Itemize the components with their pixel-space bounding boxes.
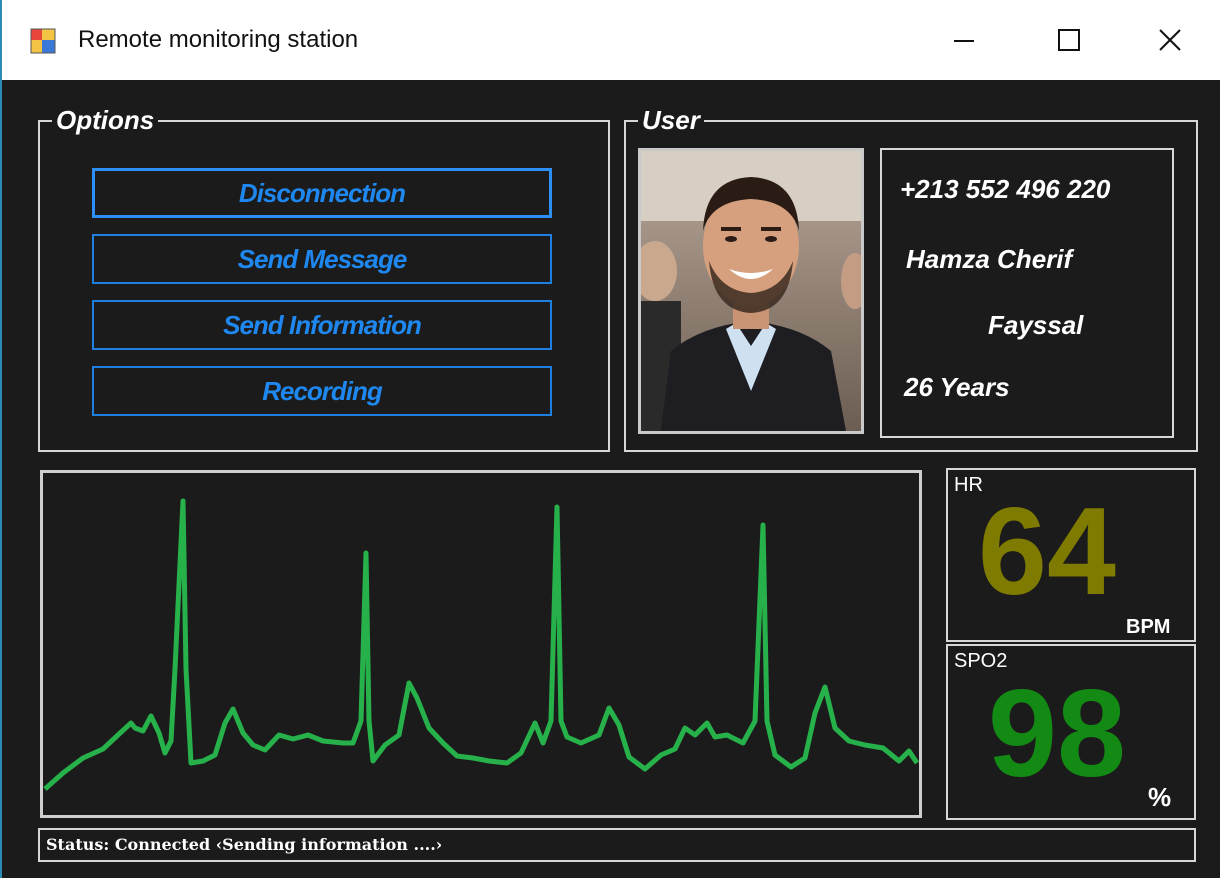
spo2-value: 98 (988, 665, 1126, 803)
status-text: Status: Connected ‹Sending information .… (46, 835, 443, 854)
title-bar[interactable]: Remote monitoring station (2, 0, 1220, 80)
spo2-unit: % (1148, 782, 1172, 812)
window-title: Remote monitoring station (78, 26, 359, 53)
hr-panel: HR 64 BPM (946, 468, 1196, 642)
close-icon[interactable] (1140, 14, 1200, 66)
maximize-icon[interactable] (1040, 14, 1100, 66)
user-phone: +213 552 496 220 (900, 174, 1111, 204)
recording-button[interactable]: Recording (92, 366, 552, 416)
hr-value: 64 (978, 483, 1116, 621)
app-window-icon (30, 28, 56, 54)
options-group: Options Disconnection Send Message Send … (38, 105, 610, 452)
send-message-button[interactable]: Send Message (92, 234, 552, 284)
send-information-button[interactable]: Send Information (92, 300, 552, 350)
ecg-graph (40, 470, 922, 818)
user-name-first: Hamza Cherif (906, 244, 1073, 274)
hr-unit: BPM (1126, 616, 1171, 638)
user-name-last: Fayssal (988, 310, 1084, 340)
user-info-panel: +213 552 496 220 Hamza Cherif Fayssal 26… (880, 148, 1174, 438)
options-group-title: Options (52, 105, 159, 135)
main-window: Remote monitoring station Options Discon… (0, 0, 1220, 878)
disconnection-button[interactable]: Disconnection (92, 168, 552, 218)
minimize-icon[interactable] (934, 14, 994, 66)
user-group-title: User (638, 105, 704, 135)
spo2-panel: SPO2 98 % (946, 644, 1196, 820)
ecg-waveform (43, 498, 920, 791)
user-age: 26 Years (904, 372, 1010, 402)
user-photo (638, 148, 864, 434)
status-bar: Status: Connected ‹Sending information .… (38, 828, 1196, 862)
